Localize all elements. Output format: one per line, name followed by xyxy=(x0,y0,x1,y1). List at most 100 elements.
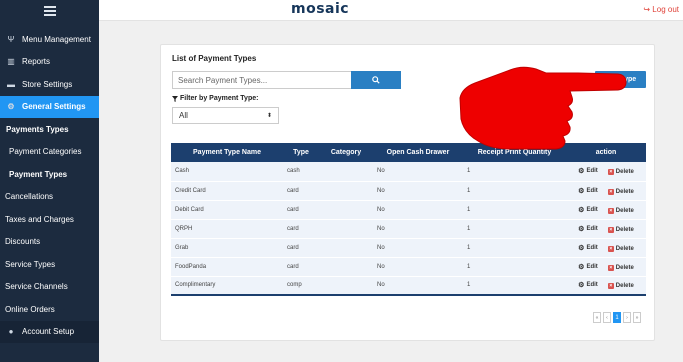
cell-open-cash-drawer: No xyxy=(373,257,463,277)
sidebar-item-cancellations[interactable]: Cancellations xyxy=(0,186,99,209)
edit-button[interactable]: ⚙ Edit xyxy=(578,167,598,175)
sidebar-item-payments-types[interactable]: Payments Types xyxy=(0,118,99,141)
sidebar-item-payment-categories[interactable]: Payment Categories xyxy=(0,141,99,164)
cell-open-cash-drawer: No xyxy=(373,276,463,296)
cell-action: ⚙ Edit × Delete xyxy=(566,276,646,296)
cell-category xyxy=(319,238,373,258)
cell-type: card xyxy=(283,238,319,258)
cell-receipt-print-quantity: 1 xyxy=(463,162,566,182)
table-row: Cash cash No 1 ⚙ Edit × Delete xyxy=(171,162,646,182)
sidebar-item-label: Taxes and Charges xyxy=(5,214,74,224)
sidebar-item-store-settings[interactable]: ▬ Store Settings xyxy=(0,73,99,96)
edit-button[interactable]: ⚙ Edit xyxy=(578,206,598,214)
search-button[interactable] xyxy=(351,71,401,89)
delete-label: Delete xyxy=(615,169,634,176)
edit-button[interactable]: ⚙ Edit xyxy=(578,244,598,252)
utensils-icon: Ψ xyxy=(7,34,15,44)
credit-card-icon: ▬ xyxy=(7,79,15,89)
delete-label: Delete xyxy=(615,283,634,290)
bar-chart-icon: ▥ xyxy=(7,57,15,67)
cell-type: card xyxy=(283,257,319,277)
delete-button[interactable]: × Delete xyxy=(607,188,634,195)
delete-button[interactable]: × Delete xyxy=(607,226,634,233)
edit-label: Edit xyxy=(586,282,598,289)
edit-button[interactable]: ⚙ Edit xyxy=(578,187,598,195)
sidebar-item-service-types[interactable]: Service Types xyxy=(0,253,99,276)
edit-button[interactable]: ⚙ Edit xyxy=(578,281,598,289)
sidebar-item-discounts[interactable]: Discounts xyxy=(0,231,99,254)
cell-type: cash xyxy=(283,162,319,182)
cell-receipt-print-quantity: 1 xyxy=(463,238,566,258)
user-icon: ● xyxy=(8,327,14,337)
column-header-type[interactable]: Type xyxy=(283,143,319,162)
pagination-current-page[interactable]: 1 xyxy=(613,312,621,323)
close-icon: × xyxy=(607,226,614,233)
delete-label: Delete xyxy=(615,188,634,195)
pagination-last[interactable]: » xyxy=(633,312,641,323)
cell-open-cash-drawer: No xyxy=(373,200,463,220)
sidebar-item-account-setup[interactable]: ● Account Setup xyxy=(0,320,99,343)
sidebar-toggle[interactable] xyxy=(0,0,99,21)
edit-button[interactable]: ⚙ Edit xyxy=(578,225,598,233)
edit-label: Edit xyxy=(586,244,598,251)
hamburger-icon[interactable] xyxy=(43,5,56,16)
sidebar-item-label: Service Types xyxy=(5,259,56,269)
delete-button[interactable]: × Delete xyxy=(607,207,634,214)
edit-label: Edit xyxy=(586,263,598,270)
cell-action: ⚙ Edit × Delete xyxy=(566,181,646,201)
edit-button[interactable]: ⚙ Edit xyxy=(578,263,598,271)
chevron-up-down-icon: ⬍ xyxy=(266,113,272,119)
logout-link[interactable]: ↪ Log out xyxy=(643,5,679,14)
sidebar-item-label: Payment Categories xyxy=(9,147,82,157)
sidebar: Ψ Menu Management ▥ Reports ▬ Store Sett… xyxy=(0,0,99,362)
search-input[interactable] xyxy=(172,71,352,89)
sidebar-item-general-settings[interactable]: ⚙ General Settings xyxy=(0,95,99,118)
cell-category xyxy=(319,200,373,220)
gear-icon: ⚙ xyxy=(578,225,585,233)
sidebar-item-label: Cancellations xyxy=(5,192,54,202)
sidebar-item-service-channels[interactable]: Service Channels xyxy=(0,276,99,299)
column-header-category[interactable]: Category xyxy=(319,143,373,162)
cell-type: card xyxy=(283,219,319,239)
sidebar-item-online-orders[interactable]: Online Orders xyxy=(0,298,99,321)
cell-category xyxy=(319,276,373,296)
edit-label: Edit xyxy=(586,206,598,213)
sidebar-item-label: Service Channels xyxy=(5,282,68,292)
gear-icon: ⚙ xyxy=(578,206,585,214)
cell-name: Grab xyxy=(171,238,283,258)
filter-label: Filter by Payment Type: xyxy=(172,95,258,102)
pagination-prev[interactable]: ‹ xyxy=(603,312,611,323)
pagination: « ‹ 1 › » xyxy=(593,312,641,323)
cell-name: Debit Card xyxy=(171,200,283,220)
pagination-next[interactable]: › xyxy=(623,312,631,323)
gear-icon: ⚙ xyxy=(7,102,15,112)
pagination-first[interactable]: « xyxy=(593,312,601,323)
logout-label: Log out xyxy=(652,5,679,14)
delete-button[interactable]: × Delete xyxy=(607,264,634,271)
payment-type-filter-select[interactable]: All ⬍ xyxy=(172,107,279,124)
delete-button[interactable]: × Delete xyxy=(607,169,634,176)
sidebar-item-menu-management[interactable]: Ψ Menu Management xyxy=(0,28,99,51)
delete-button[interactable]: × Delete xyxy=(607,283,634,290)
sidebar-item-taxes-and-charges[interactable]: Taxes and Charges xyxy=(0,208,99,231)
cell-receipt-print-quantity: 1 xyxy=(463,257,566,277)
sidebar-item-label: Discounts xyxy=(5,237,41,247)
cell-receipt-print-quantity: 1 xyxy=(463,181,566,201)
sidebar-item-label: Online Orders xyxy=(5,304,55,314)
edit-label: Edit xyxy=(586,187,598,194)
top-bar: mosaic ↪ Log out xyxy=(99,0,683,21)
sidebar-item-payment-types[interactable]: Payment Types xyxy=(0,163,99,186)
column-header-name[interactable]: Payment Type Name xyxy=(171,143,283,162)
table-row: Debit Card card No 1 ⚙ Edit × Delete xyxy=(171,200,646,220)
delete-label: Delete xyxy=(615,245,634,252)
cell-category xyxy=(319,181,373,201)
sidebar-item-reports[interactable]: ▥ Reports xyxy=(0,51,99,74)
delete-label: Delete xyxy=(615,264,634,271)
sidebar-item-label: Store Settings xyxy=(22,79,73,89)
gear-icon: ⚙ xyxy=(578,282,585,290)
logout-icon: ↪ xyxy=(643,5,651,14)
table-row: QRPH card No 1 ⚙ Edit × Delete xyxy=(171,219,646,239)
delete-button[interactable]: × Delete xyxy=(607,245,634,252)
cell-action: ⚙ Edit × Delete xyxy=(566,200,646,220)
sidebar-item-label: General Settings xyxy=(22,102,86,112)
